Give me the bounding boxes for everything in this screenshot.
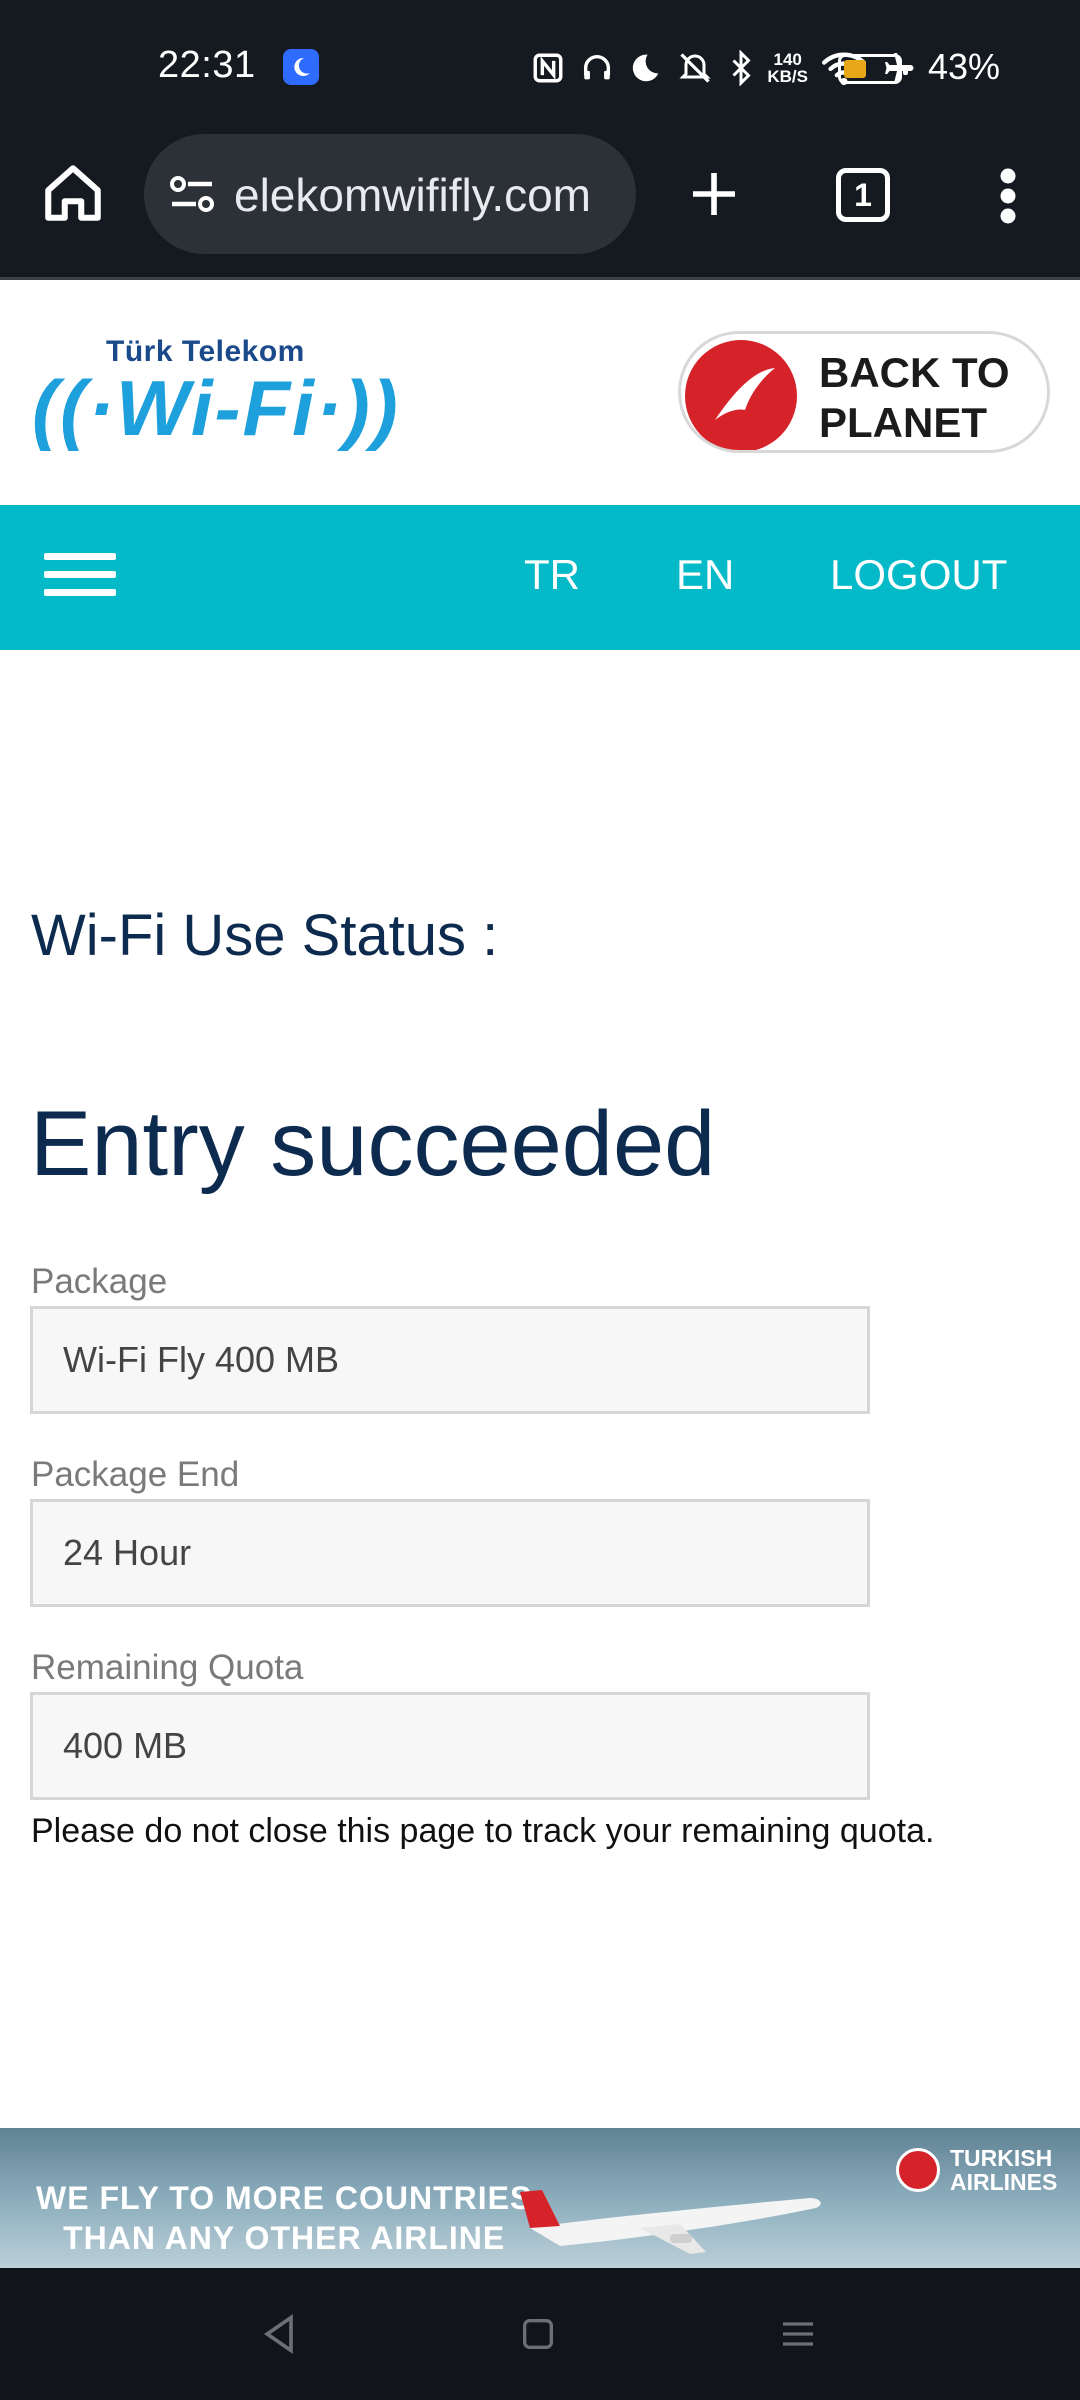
speed-unit: KB/S [767, 67, 808, 86]
turkish-airlines-ad-banner[interactable]: WE FLY TO MORE COUNTRIES THAN ANY OTHER … [0, 2128, 1080, 2268]
moon-badge-icon [283, 49, 319, 85]
package-end-label: Package End [31, 1455, 240, 1494]
home-square-icon[interactable] [518, 2312, 558, 2356]
remaining-quota-label: Remaining Quota [31, 1648, 304, 1687]
battery-icon [838, 54, 908, 84]
nav-link-tr[interactable]: TR [524, 551, 580, 599]
back-to-planet-badge[interactable]: BACK TO PLANET [678, 331, 1050, 453]
package-field: Wi-Fi Fly 400 MB [30, 1306, 870, 1414]
tab-count: 1 [854, 176, 872, 213]
track-quota-note: Please do not close this page to track y… [31, 1812, 935, 1850]
battery-percent: 43% [927, 46, 1000, 87]
bluetooth-icon [732, 50, 751, 86]
tabs-icon[interactable]: 1 [836, 168, 890, 222]
url-text[interactable]: elekomwififly.com [234, 168, 614, 222]
nfc-icon [533, 53, 563, 83]
system-navigation-bar [0, 2268, 1080, 2400]
more-vert-icon[interactable] [996, 166, 1020, 226]
entry-status-heading: Entry succeeded [30, 1093, 716, 1195]
remaining-quota-field: 400 MB [30, 1692, 870, 1800]
network-speed: 140 KB/S [767, 51, 808, 85]
site-settings-icon[interactable] [168, 174, 216, 214]
ad-slogan-line1: WE FLY TO MORE COUNTRIES [36, 2180, 533, 2216]
browser-toolbar: elekomwififly.com 1 [0, 130, 1080, 280]
turkish-airlines-logo-text: TURKISH AIRLINES [950, 2146, 1057, 2194]
turk-telekom-wifi-logo[interactable]: Türk Telekom ((·Wi-Fi·)) [32, 335, 422, 452]
moon-icon [633, 54, 659, 82]
nav-link-en[interactable]: EN [676, 551, 734, 599]
headphones-icon [584, 55, 611, 80]
clock: 22:31 [158, 44, 256, 86]
package-label: Package [31, 1262, 168, 1301]
logo-main-text: ((·Wi-Fi·)) [32, 364, 400, 452]
home-icon[interactable] [40, 160, 106, 226]
package-end-field: 24 Hour [30, 1499, 870, 1607]
ad-slogan-line2: THAN ANY OTHER AIRLINE [63, 2220, 506, 2256]
plus-icon[interactable] [686, 166, 742, 222]
ad-slogan: WE FLY TO MORE COUNTRIES THAN ANY OTHER … [36, 2178, 532, 2258]
mute-icon [679, 53, 711, 83]
wifi-use-status-heading: Wi-Fi Use Status : [31, 903, 499, 968]
nav-bar: TR EN LOGOUT [0, 505, 1080, 650]
status-bar: 22:31 140 KB/S 43% [0, 0, 1080, 130]
brand-line1: TURKISH [950, 2145, 1053, 2171]
address-bar[interactable]: elekomwififly.com [144, 134, 636, 254]
nav-link-logout[interactable]: LOGOUT [830, 551, 1007, 599]
battery-fill [844, 60, 866, 78]
hamburger-menu-icon[interactable] [44, 553, 116, 603]
back-to-planet-text: BACK TO PLANET [819, 349, 1010, 446]
speed-value: 140 [773, 50, 802, 69]
thy-bird-icon [685, 340, 797, 450]
brand-line2: AIRLINES [950, 2169, 1058, 2195]
turkish-airlines-logo-icon [896, 2148, 940, 2192]
site-header: Türk Telekom ((·Wi-Fi·)) BACK TO PLANET [0, 283, 1080, 505]
back-icon[interactable] [258, 2312, 302, 2356]
recents-icon[interactable] [778, 2312, 818, 2356]
airplane-image-icon [520, 2190, 821, 2254]
